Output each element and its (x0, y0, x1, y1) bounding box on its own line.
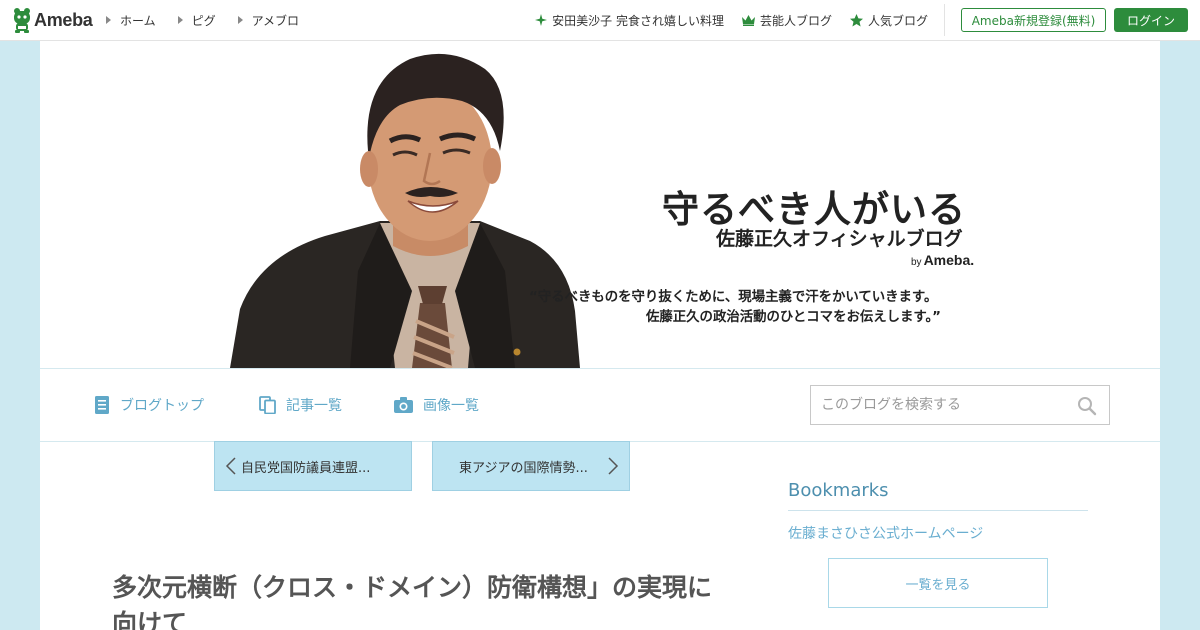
blog-subtitle: 佐藤正久オフィシャルブログ (716, 228, 963, 250)
crown-icon (741, 14, 755, 26)
nav-pigg-label: ピグ (191, 13, 216, 28)
portrait-illustration (230, 53, 580, 368)
star-icon (849, 13, 863, 26)
sparkle-icon (535, 14, 548, 26)
camera-icon (394, 397, 413, 413)
triangle-right-icon (106, 16, 111, 24)
prev-entry-label: 自民党国防議員連盟... (241, 460, 371, 476)
login-button[interactable]: ログイン (1114, 8, 1188, 32)
popular-blog-label: 人気ブログ (867, 13, 928, 28)
chevron-right-icon (608, 457, 619, 475)
blog-search-input[interactable] (811, 386, 1071, 424)
prev-entry-button[interactable]: 自民党国防議員連盟... (214, 441, 412, 491)
article-title[interactable]: 多次元横断（クロス・ドメイン）防衛構想」の実現に向けて (112, 570, 732, 630)
blog-description-line1: “守るべきものを守り抜くために、現場主義で汗をかいていきます。 (529, 290, 938, 305)
register-button[interactable]: Ameba新規登録(無料) (961, 8, 1106, 32)
search-icon[interactable] (1077, 396, 1097, 416)
by-prefix: by (911, 257, 922, 268)
copy-icon (259, 396, 276, 414)
bookmarks-divider (788, 510, 1088, 511)
nav-home-label: ホーム (120, 13, 156, 28)
logo-text: Ameba (34, 9, 93, 30)
document-icon (95, 396, 109, 414)
ameba-mascot-icon (14, 8, 30, 33)
nav-pigg[interactable]: ピグ (177, 12, 216, 29)
celebrity-blog-label: 芸能人ブログ (759, 13, 832, 28)
bookmark-link-official-site[interactable]: 佐藤まさひさ公式ホームページ (788, 523, 983, 543)
bookmarks-heading: Bookmarks (788, 480, 889, 501)
blog-header-banner[interactable]: 守るべき人がいる 佐藤正久オフィシャルブログ by Ameba. “守るべきものを… (40, 41, 1160, 368)
nav-ameblo[interactable]: アメブロ (237, 12, 300, 29)
chevron-left-icon (225, 457, 236, 475)
blog-search (810, 385, 1110, 425)
header-divider (944, 4, 945, 36)
popular-blog-link[interactable]: 人気ブログ (849, 12, 928, 29)
blog-top-label: ブログトップ (120, 398, 204, 414)
blog-top-link[interactable]: ブログトップ (94, 395, 204, 415)
blog-main: 守るべき人がいる 佐藤正久オフィシャルブログ by Ameba. “守るべきものを… (40, 41, 1160, 630)
nav-ameblo-label: アメブロ (251, 13, 300, 28)
trending-link[interactable]: 安田美沙子 完食され嬉しい料理 (535, 12, 724, 29)
entry-list-label: 記事一覧 (286, 398, 342, 414)
image-list-link[interactable]: 画像一覧 (394, 395, 479, 415)
image-list-label: 画像一覧 (423, 398, 479, 414)
entry-list-link[interactable]: 記事一覧 (259, 395, 342, 415)
celebrity-blog-link[interactable]: 芸能人ブログ (741, 12, 832, 29)
next-entry-button[interactable]: 東アジアの国際情勢... (432, 441, 630, 491)
by-brand: Ameba. (923, 252, 975, 268)
global-nav: ホーム ピグ アメブロ (106, 0, 321, 40)
header-links: 安田美沙子 完食され嬉しい料理 芸能人ブログ 人気ブログ (517, 0, 928, 40)
by-ameba-label: by Ameba. (911, 252, 974, 268)
triangle-right-icon (237, 16, 243, 24)
global-header: Ameba ホーム ピグ アメブロ 安田美沙子 完食され嬉しい料理 芸能人ブログ… (0, 0, 1200, 41)
nav-home[interactable]: ホーム (106, 12, 156, 29)
blog-description-line2: 佐藤正久の政治活動のひとコマをお伝えします。” (646, 310, 941, 325)
triangle-right-icon (177, 16, 183, 24)
ameba-logo[interactable]: Ameba (12, 7, 93, 33)
blog-nav: ブログトップ 記事一覧 画像一覧 (40, 368, 1160, 442)
next-entry-label: 東アジアの国際情勢... (459, 460, 588, 476)
bookmarks-more-button[interactable]: 一覧を見る (828, 558, 1048, 608)
trending-link-label: 安田美沙子 完食され嬉しい料理 (552, 13, 724, 28)
